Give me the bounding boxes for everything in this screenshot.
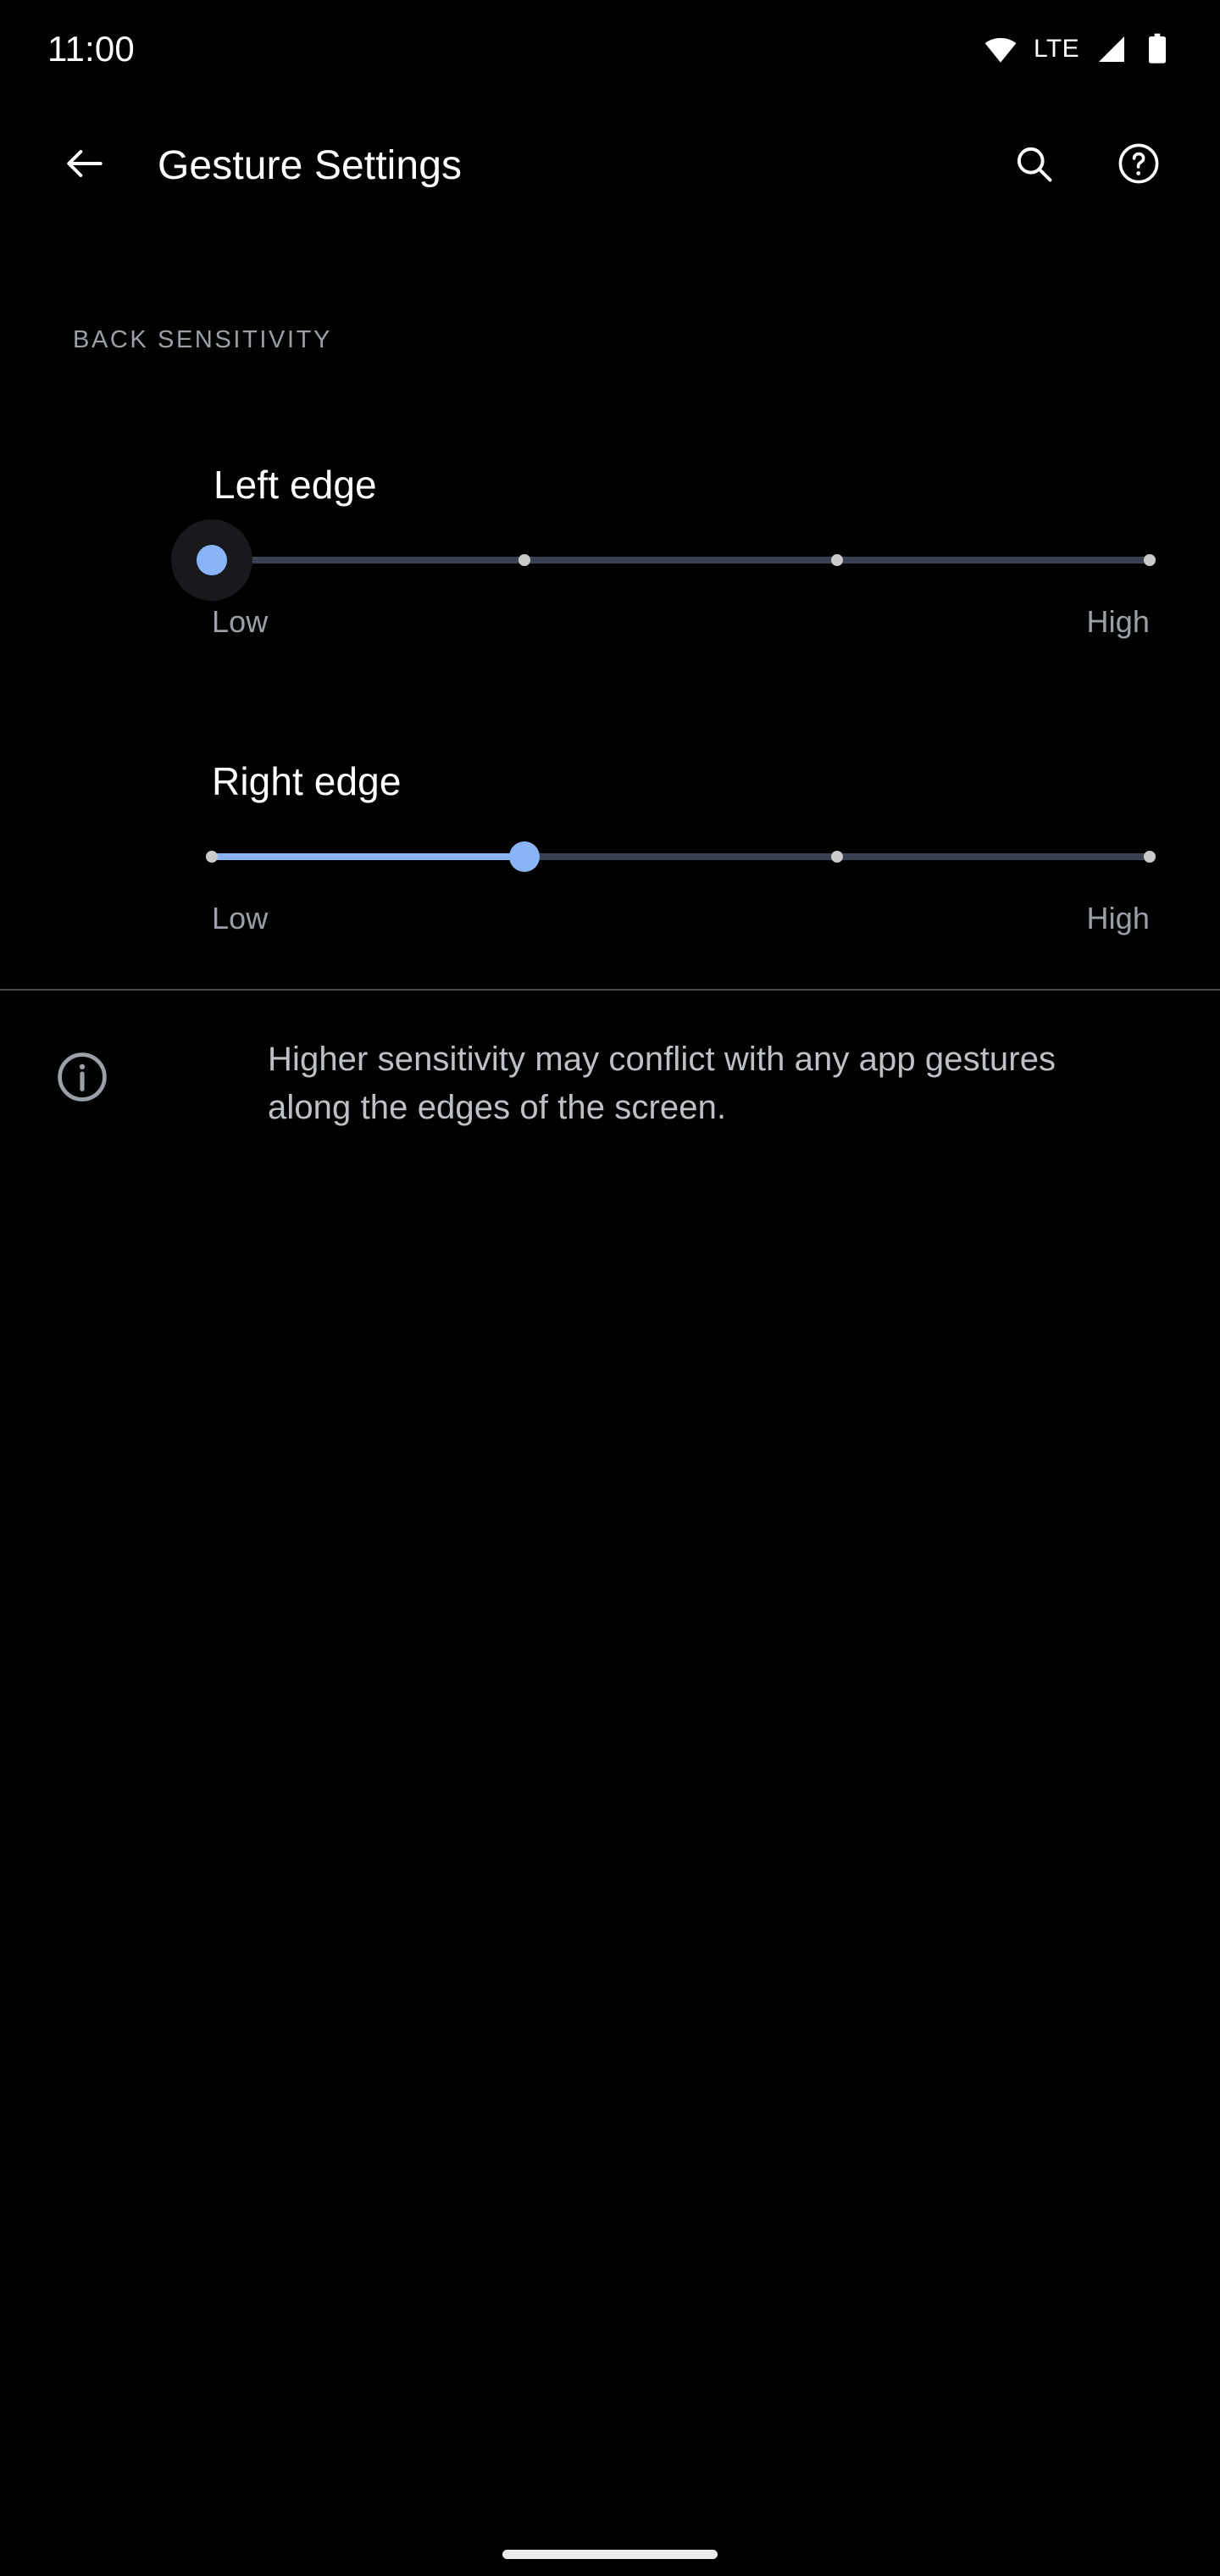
slider-range-labels-right-edge: Low High xyxy=(212,901,1150,936)
slider-track-active xyxy=(212,853,524,860)
slider-tick xyxy=(518,554,530,566)
search-icon xyxy=(1012,142,1056,190)
slider-tick xyxy=(1144,554,1156,566)
wifi-icon xyxy=(983,31,1018,67)
page-title: Gesture Settings xyxy=(158,142,463,188)
slider-label-right-edge: Right edge xyxy=(212,759,402,803)
slider-min-label: Low xyxy=(212,901,269,935)
help-circle-icon xyxy=(1116,141,1162,191)
status-bar: 11:00 LTE xyxy=(0,0,1220,98)
section-header-back-sensitivity: BACK SENSITIVITY xyxy=(73,326,332,353)
slider-track-inactive[interactable] xyxy=(212,557,1150,564)
status-bar-clock: 11:00 xyxy=(47,29,135,69)
help-button[interactable] xyxy=(1098,125,1179,206)
slider-thumb-right-edge[interactable] xyxy=(509,841,540,872)
slider-tick xyxy=(1144,851,1156,863)
back-arrow-icon xyxy=(61,140,108,192)
slider-tick xyxy=(831,851,843,863)
home-gesture-pill[interactable] xyxy=(502,2550,718,2559)
slider-range-labels-left-edge: Low High xyxy=(212,604,1150,640)
slider-max-label: High xyxy=(1086,901,1150,935)
footer-info-text: Higher sensitivity may conflict with any… xyxy=(268,1041,1056,1126)
slider-label-left-edge: Left edge xyxy=(214,463,377,507)
slider-tick xyxy=(831,554,843,566)
section-divider xyxy=(0,989,1220,991)
network-type-label: LTE xyxy=(1034,35,1079,63)
app-bar: Gesture Settings xyxy=(0,110,1220,220)
footer-info-row: Higher sensitivity may conflict with any… xyxy=(0,1035,1220,1132)
app-bar-actions xyxy=(993,125,1179,206)
battery-icon xyxy=(1142,32,1173,66)
slider-right-edge[interactable] xyxy=(206,822,1156,890)
slider-left-edge[interactable] xyxy=(171,519,1156,601)
slider-thumb-left-edge[interactable] xyxy=(197,545,227,575)
slider-min-label: Low xyxy=(212,604,269,639)
slider-tick xyxy=(206,851,218,863)
slider-max-label: High xyxy=(1086,604,1150,639)
status-bar-icons: LTE xyxy=(983,31,1173,67)
cellular-signal-icon xyxy=(1095,32,1128,66)
info-circle-icon xyxy=(54,1049,110,1105)
back-button[interactable] xyxy=(44,125,125,206)
search-button[interactable] xyxy=(993,125,1074,206)
